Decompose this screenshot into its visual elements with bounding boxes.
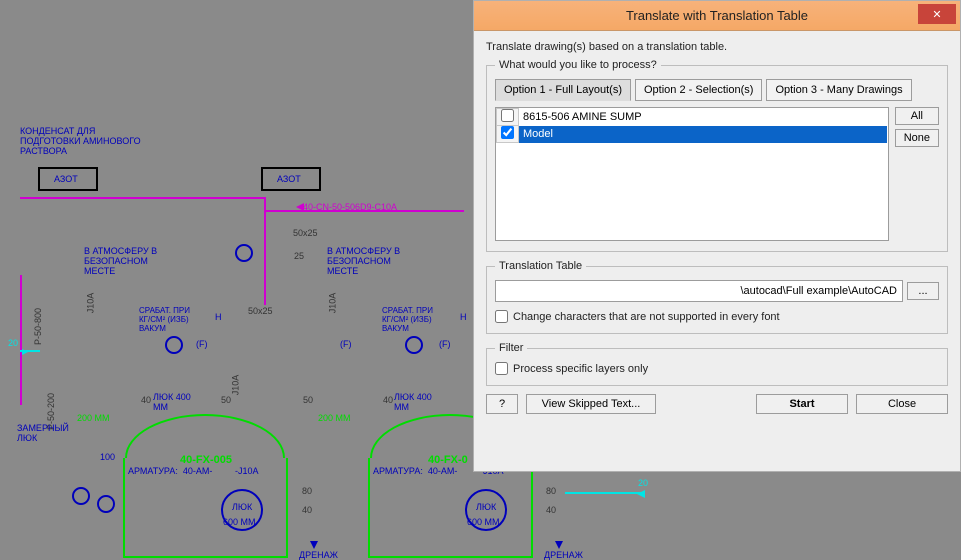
translate-dialog: Translate with Translation Table ✕ Trans… (473, 0, 961, 472)
cad-40-c: 40 (302, 505, 312, 515)
cad-f-1: (F) (196, 339, 208, 349)
cad-tank-arc-1 (125, 414, 285, 458)
cad-40-b: 40 (383, 395, 393, 405)
close-dialog-button[interactable]: Close (856, 394, 948, 414)
dialog-note: Translate drawing(s) based on a translat… (486, 41, 948, 53)
cad-zamerny: ЗАМЕРНЫЙ ЛЮК (17, 423, 69, 443)
cad-azot-label-2: АЗОТ (277, 174, 301, 184)
cad-200mm-1: 200 ММ (77, 413, 110, 423)
cad-kondensat-label: КОНДЕНСАТ ДЛЯ ПОДГОТОВКИ АМИНОВОГО РАСТВ… (20, 126, 141, 156)
change-chars-label[interactable]: Change characters that are not supported… (495, 310, 939, 323)
cad-fxline-1: 40-FX-005 (180, 454, 232, 466)
cad-azot-label-1: АЗОТ (54, 174, 78, 184)
filter-fieldset: Filter Process specific layers only (486, 342, 948, 386)
cad-j10a-2: J10A (327, 293, 337, 314)
cad-50x25-b: 50x25 (248, 306, 273, 316)
tab-option-3[interactable]: Option 3 - Many Drawings (766, 79, 911, 101)
help-button[interactable]: ? (486, 394, 518, 414)
cad-200mm-2: 200 ММ (318, 413, 351, 423)
cad-azot-box-1: АЗОТ (38, 167, 98, 191)
cad-lyuk400-2: ЛЮК 400 ММ (394, 392, 432, 412)
cad-instrument-5 (97, 495, 115, 513)
cad-50x25-a: 50x25 (293, 228, 318, 238)
filter-legend: Filter (495, 342, 527, 354)
cad-atmos-1: В АТМОСФЕРУ В БЕЗОПАСНОМ МЕСТЕ (84, 246, 157, 276)
translation-table-legend: Translation Table (495, 260, 586, 272)
cad-instrument-1 (165, 336, 183, 354)
cad-25: 25 (294, 251, 304, 261)
process-legend: What would you like to process? (495, 59, 661, 71)
all-button[interactable]: All (895, 107, 939, 125)
layers-checkbox[interactable] (495, 362, 508, 375)
cad-azot-box-2: АЗОТ (261, 167, 321, 191)
layers-text: Process specific layers only (513, 363, 648, 375)
cad-srabat-1: СРАБАТ. ПРИ КГ/СМ² (ИЗБ) ВАКУМ (139, 306, 190, 333)
list-check-header[interactable] (497, 109, 519, 126)
translation-table-fieldset: Translation Table ... Change characters … (486, 260, 948, 334)
cad-atmos-2: В АТМОСФЕРУ В БЕЗОПАСНОМ МЕСТЕ (327, 246, 400, 276)
cad-line (20, 350, 40, 352)
process-fieldset: What would you like to process? Option 1… (486, 59, 948, 252)
item-checkbox[interactable] (501, 126, 514, 139)
change-chars-checkbox[interactable] (495, 310, 508, 323)
header-checkbox[interactable] (501, 109, 514, 122)
cad-armatura-2: АРМАТУРА: 40-АМ- (373, 466, 457, 476)
change-chars-text: Change characters that are not supported… (513, 311, 780, 323)
cad-armatura-1: АРМАТУРА: 40-АМ- (128, 466, 212, 476)
cad-h-1: Н (215, 312, 222, 322)
browse-button[interactable]: ... (907, 282, 939, 300)
list-item-label[interactable]: Model (519, 126, 888, 143)
cad-line (20, 275, 22, 405)
view-skipped-button[interactable]: View Skipped Text... (526, 394, 656, 414)
cad-fxline-2: 40-FX-0 (428, 454, 468, 466)
cad-600mm-1: 600 ММ (223, 517, 256, 527)
arrow-icon (310, 541, 318, 549)
list-item-label[interactable]: 8615-506 AMINE SUMP (519, 109, 888, 126)
cad-line (565, 492, 645, 494)
cad-line (264, 210, 464, 212)
start-button[interactable]: Start (756, 394, 848, 414)
cad-srabat-2: СРАБАТ. ПРИ КГ/СМ² (ИЗБ) ВАКУМ (382, 306, 433, 333)
cad-600mm-2: 600 ММ (467, 517, 500, 527)
cad-80-a: 80 (302, 486, 312, 496)
cad-instrument-3 (235, 244, 253, 262)
tab-option-2[interactable]: Option 2 - Selection(s) (635, 79, 762, 101)
cad-lyuk-2: ЛЮК (476, 502, 496, 512)
cad-100: 100 (100, 452, 115, 462)
cad-drenazh-2: ДРЕНАЖ (544, 550, 583, 560)
cad-40-d: 40 (546, 505, 556, 515)
cad-50-b: 50 (303, 395, 313, 405)
cad-20-l: 20 (8, 338, 18, 348)
cad-f-3: (F) (439, 339, 451, 349)
tab-option-1[interactable]: Option 1 - Full Layout(s) (495, 79, 631, 101)
layout-list[interactable]: 8615-506 AMINE SUMP Model (495, 107, 889, 241)
cad-lyuk400-1: ЛЮК 400 ММ (153, 392, 191, 412)
cad-instrument-2 (405, 336, 423, 354)
cad-line (264, 197, 266, 305)
cad-lyuk-1: ЛЮК (232, 502, 252, 512)
arrow-icon (555, 541, 563, 549)
cad-20-r: 20 (638, 478, 648, 488)
cad-50-a: 50 (221, 395, 231, 405)
titlebar[interactable]: Translate with Translation Table ✕ (474, 1, 960, 31)
cad-instrument-4 (72, 487, 90, 505)
none-button[interactable]: None (895, 129, 939, 147)
cad-h-2: Н (460, 312, 467, 322)
cad-80-b: 80 (546, 486, 556, 496)
path-input[interactable] (495, 280, 903, 302)
close-icon: ✕ (932, 8, 941, 21)
cad-line (20, 197, 265, 199)
cad-j10a-1: J10A (85, 293, 95, 314)
cad-r50-800: Р-50-800 (33, 308, 43, 345)
list-check-cell[interactable] (497, 126, 519, 143)
cad-40-a: 40 (141, 395, 151, 405)
dialog-title: Translate with Translation Table (626, 8, 808, 23)
close-button[interactable]: ✕ (918, 4, 956, 24)
cad-f-2: (F) (340, 339, 352, 349)
layers-label[interactable]: Process specific layers only (495, 362, 939, 375)
cad-j10a-3: J10A (230, 375, 240, 396)
cad-armatura-tail-1: -J10A (235, 466, 259, 476)
cad-drenazh-1: ДРЕНАЖ (299, 550, 338, 560)
